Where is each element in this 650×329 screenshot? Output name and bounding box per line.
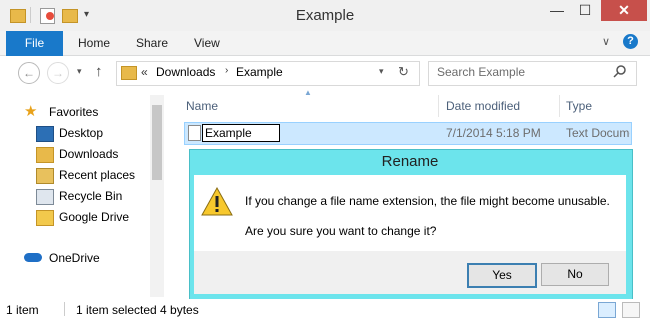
tab-home[interactable]: Home — [78, 31, 110, 56]
tab-file[interactable]: File — [6, 31, 63, 56]
nav-recycle-bin-label: Recycle Bin — [59, 189, 123, 203]
desktop-icon — [36, 126, 54, 142]
column-divider — [559, 95, 560, 117]
nav-scrollbar-thumb[interactable] — [152, 105, 162, 180]
text-file-icon — [188, 125, 201, 141]
minimize-button[interactable]: — — [543, 0, 571, 21]
refresh-icon[interactable]: ↻ — [398, 64, 409, 80]
cloud-icon — [24, 253, 42, 262]
dialog-question: Are you sure you want to change it? — [245, 224, 437, 238]
column-divider — [438, 95, 439, 117]
warning-icon — [201, 186, 233, 219]
address-folder-icon — [121, 66, 137, 80]
search-icon[interactable] — [613, 64, 627, 81]
large-icons-view-icon[interactable] — [622, 302, 640, 318]
item-count: 1 item — [6, 303, 39, 317]
address-dropdown-icon[interactable]: ▾ — [379, 66, 384, 77]
tab-view[interactable]: View — [194, 31, 220, 56]
row-type: Text Documen — [566, 126, 630, 140]
breadcrumb-example[interactable]: Example — [236, 65, 283, 79]
nav-desktop-label: Desktop — [59, 126, 104, 140]
details-view-icon[interactable] — [598, 302, 616, 318]
search-placeholder: Search Example — [437, 65, 526, 79]
selection-info: 1 item selected 4 bytes — [76, 303, 199, 317]
breadcrumb-downloads[interactable]: Downloads — [156, 65, 215, 79]
close-button[interactable]: ✕ — [601, 0, 647, 21]
column-type[interactable]: Type — [566, 97, 592, 115]
recent-places-icon — [36, 168, 54, 184]
recent-locations-icon[interactable]: ▾ — [77, 66, 82, 77]
column-date-modified[interactable]: Date modified — [446, 97, 520, 115]
row-date: 7/1/2014 5:18 PM — [446, 126, 541, 140]
recycle-bin-icon — [36, 189, 54, 205]
dialog-body — [194, 175, 626, 251]
forward-button[interactable]: → — [47, 62, 69, 84]
downloads-icon — [36, 147, 54, 163]
back-button[interactable]: ← — [18, 62, 40, 84]
status-separator — [64, 302, 65, 316]
no-button[interactable]: No — [541, 263, 609, 286]
nav-onedrive-label: OneDrive — [49, 251, 100, 265]
tab-share[interactable]: Share — [136, 31, 168, 56]
google-drive-icon — [36, 210, 54, 226]
breadcrumb-overflow[interactable]: « — [141, 65, 148, 79]
maximize-button[interactable]: ☐ — [571, 0, 599, 21]
star-icon: ★ — [24, 103, 38, 120]
nav-favorites-label: Favorites — [49, 105, 99, 119]
rename-input[interactable]: Example — [202, 124, 280, 142]
chevron-right-icon: › — [225, 65, 229, 76]
nav-google-drive-label: Google Drive — [59, 210, 130, 224]
up-button[interactable]: ↑ — [95, 63, 103, 80]
sort-up-icon: ▲ — [304, 88, 312, 97]
column-name[interactable]: Name — [186, 97, 218, 115]
nav-downloads-label: Downloads — [59, 147, 119, 161]
help-icon[interactable]: ? — [623, 34, 638, 49]
yes-button[interactable]: Yes — [467, 263, 537, 288]
nav-recent-places-label: Recent places — [59, 168, 136, 182]
expand-ribbon-icon[interactable]: ∨ — [602, 35, 610, 48]
dialog-title: Rename — [381, 153, 439, 170]
dialog-message: If you change a file name extension, the… — [245, 194, 610, 208]
